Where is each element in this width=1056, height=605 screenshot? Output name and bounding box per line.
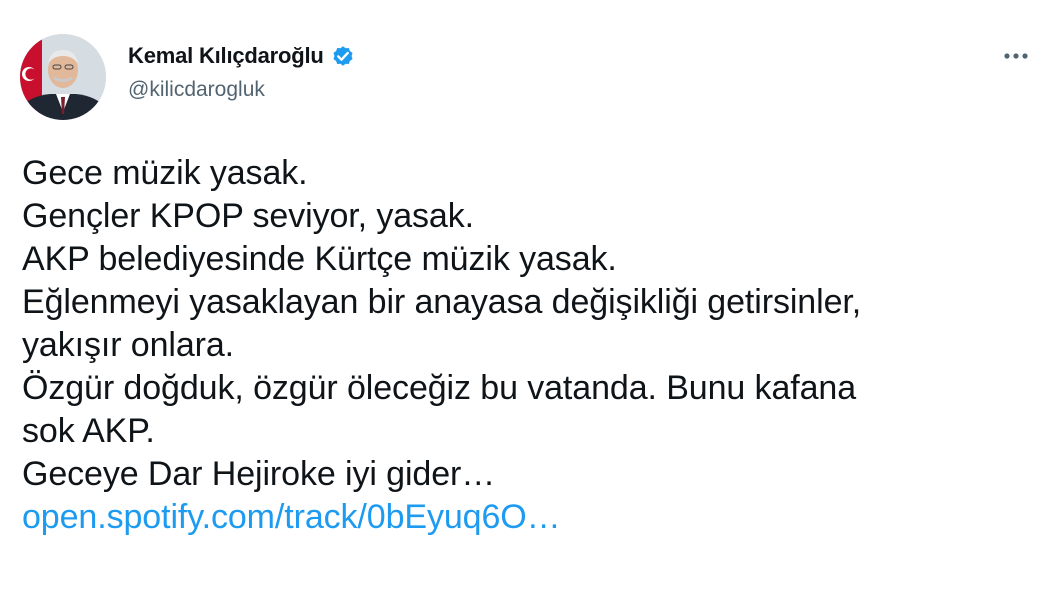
tweet-text: Gece müzik yasak. Gençler KPOP seviyor, …: [22, 152, 1042, 539]
tweet-line: Gece müzik yasak.: [22, 154, 308, 192]
user-handle[interactable]: @kilicdarogluk: [128, 78, 356, 102]
more-horizontal-icon[interactable]: [1000, 40, 1032, 72]
tweet-line: sok AKP.: [22, 412, 155, 450]
tweet-line: yakışır onlara.: [22, 326, 235, 364]
tweet-line: Geceye Dar Hejiroke iyi gider…: [22, 455, 496, 493]
tweet-line: AKP belediyesinde Kürtçe müzik yasak.: [22, 240, 617, 278]
name-row: Kemal Kılıçdaroğlu: [128, 41, 356, 71]
avatar[interactable]: [20, 34, 106, 120]
tweet-line: Özgür doğduk, özgür öleceğiz bu vatanda.…: [22, 369, 857, 407]
author-block: Kemal Kılıçdaroğlu @kilicdarogluk: [128, 41, 356, 102]
tweet-line: Gençler KPOP seviyor, yasak.: [22, 197, 474, 235]
spotify-link[interactable]: open.spotify.com/track/0bEyuq6O…: [22, 496, 1042, 539]
profile-photo: [20, 34, 106, 120]
tweet-line: Eğlenmeyi yasaklayan bir anayasa değişik…: [22, 283, 862, 321]
tweet-card: Kemal Kılıçdaroğlu @kilicdarogluk Gece m…: [0, 0, 1056, 605]
verified-badge-icon: [330, 43, 356, 69]
display-name[interactable]: Kemal Kılıçdaroğlu: [128, 43, 324, 69]
